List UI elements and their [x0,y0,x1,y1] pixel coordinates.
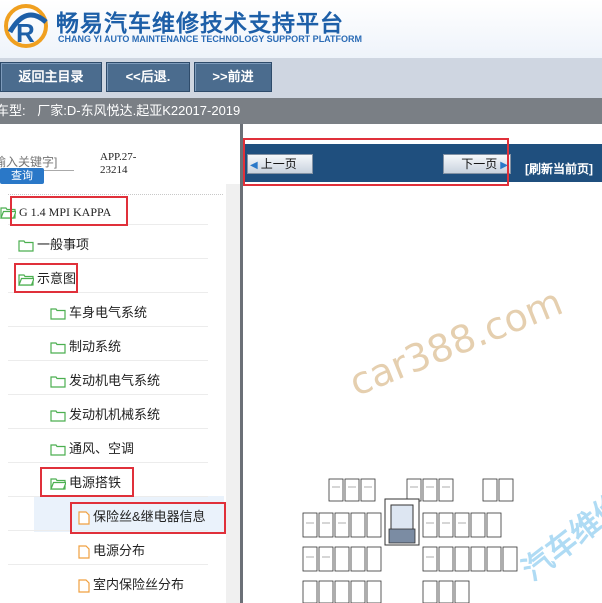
folder-icon [50,444,66,456]
back-button[interactable]: <<后退. [106,62,190,92]
site-subtitle: CHANG YI AUTO MAINTENANCE TECHNOLOGY SUP… [58,34,363,44]
document-icon [78,578,90,593]
highlight-box-fuse-relay [70,502,226,534]
tree-node-brakes[interactable]: 制动系统 [50,335,121,359]
refresh-page-link[interactable]: [刷新当前页] [525,160,593,177]
app-code: APP.27- 23214 [100,151,137,176]
row-separator [8,394,208,395]
row-separator [8,462,208,463]
tree-node-engine-mechanical[interactable]: 发动机机械系统 [50,403,160,427]
site-header: R 畅易汽车维修技术支持平台 CHANG YI AUTO MAINTENANCE… [0,0,602,58]
tree-node-body-electrical[interactable]: 车身电气系统 [50,301,147,325]
row-separator [8,258,208,259]
vehicle-value: 厂家:D-东风悦达.起亚K22017-2019 [37,103,241,118]
row-separator [8,564,208,565]
tree-node-power-distribution[interactable]: 电源分布 [78,539,145,563]
tree-node-engine-electrical[interactable]: 发动机电气系统 [50,369,160,393]
catalog-panel: 查询 APP.27- 23214 G 1.4 MPI KAPPA 一般事项 示意… [0,124,240,603]
svg-text:R: R [16,18,35,48]
divider-line [8,194,223,195]
highlight-box-page-nav [243,138,509,186]
tree-node-general[interactable]: 一般事项 [18,233,89,257]
folder-icon [50,308,66,320]
folder-icon [50,342,66,354]
highlight-box-power-ground [40,467,134,497]
home-button[interactable]: 返回主目录 [0,62,102,92]
tree-scrollbar[interactable] [226,184,240,603]
site-title: 畅易汽车维修技术支持平台 [56,11,344,37]
tree-node-hvac[interactable]: 通风、空调 [50,437,134,461]
row-separator [8,326,208,327]
search-button[interactable]: 查询 [0,168,44,184]
folder-icon [50,376,66,388]
document-viewer: ◀ 上一页 下一页 ▶ [刷新当前页] car388.com 汽车维修平 [243,124,602,603]
cr-logo-icon: R [4,4,48,48]
nav-bar: 返回主目录 <<后退. >>前进 [0,58,602,98]
row-separator [8,428,208,429]
row-separator [8,360,208,361]
document-icon [78,544,90,559]
folder-icon [50,410,66,422]
highlight-box-schematic [14,263,78,293]
watermark-text: car388.com [343,279,569,405]
vehicle-info-bar: 车型: 厂家:D-东风悦达.起亚K22017-2019 [0,98,602,124]
folder-icon [18,240,34,252]
forward-button[interactable]: >>前进 [194,62,272,92]
highlight-box-engine [10,196,128,226]
vehicle-label: 车型: [0,103,26,118]
tree-node-interior-fuse[interactable]: 室内保险丝分布 [78,573,184,597]
